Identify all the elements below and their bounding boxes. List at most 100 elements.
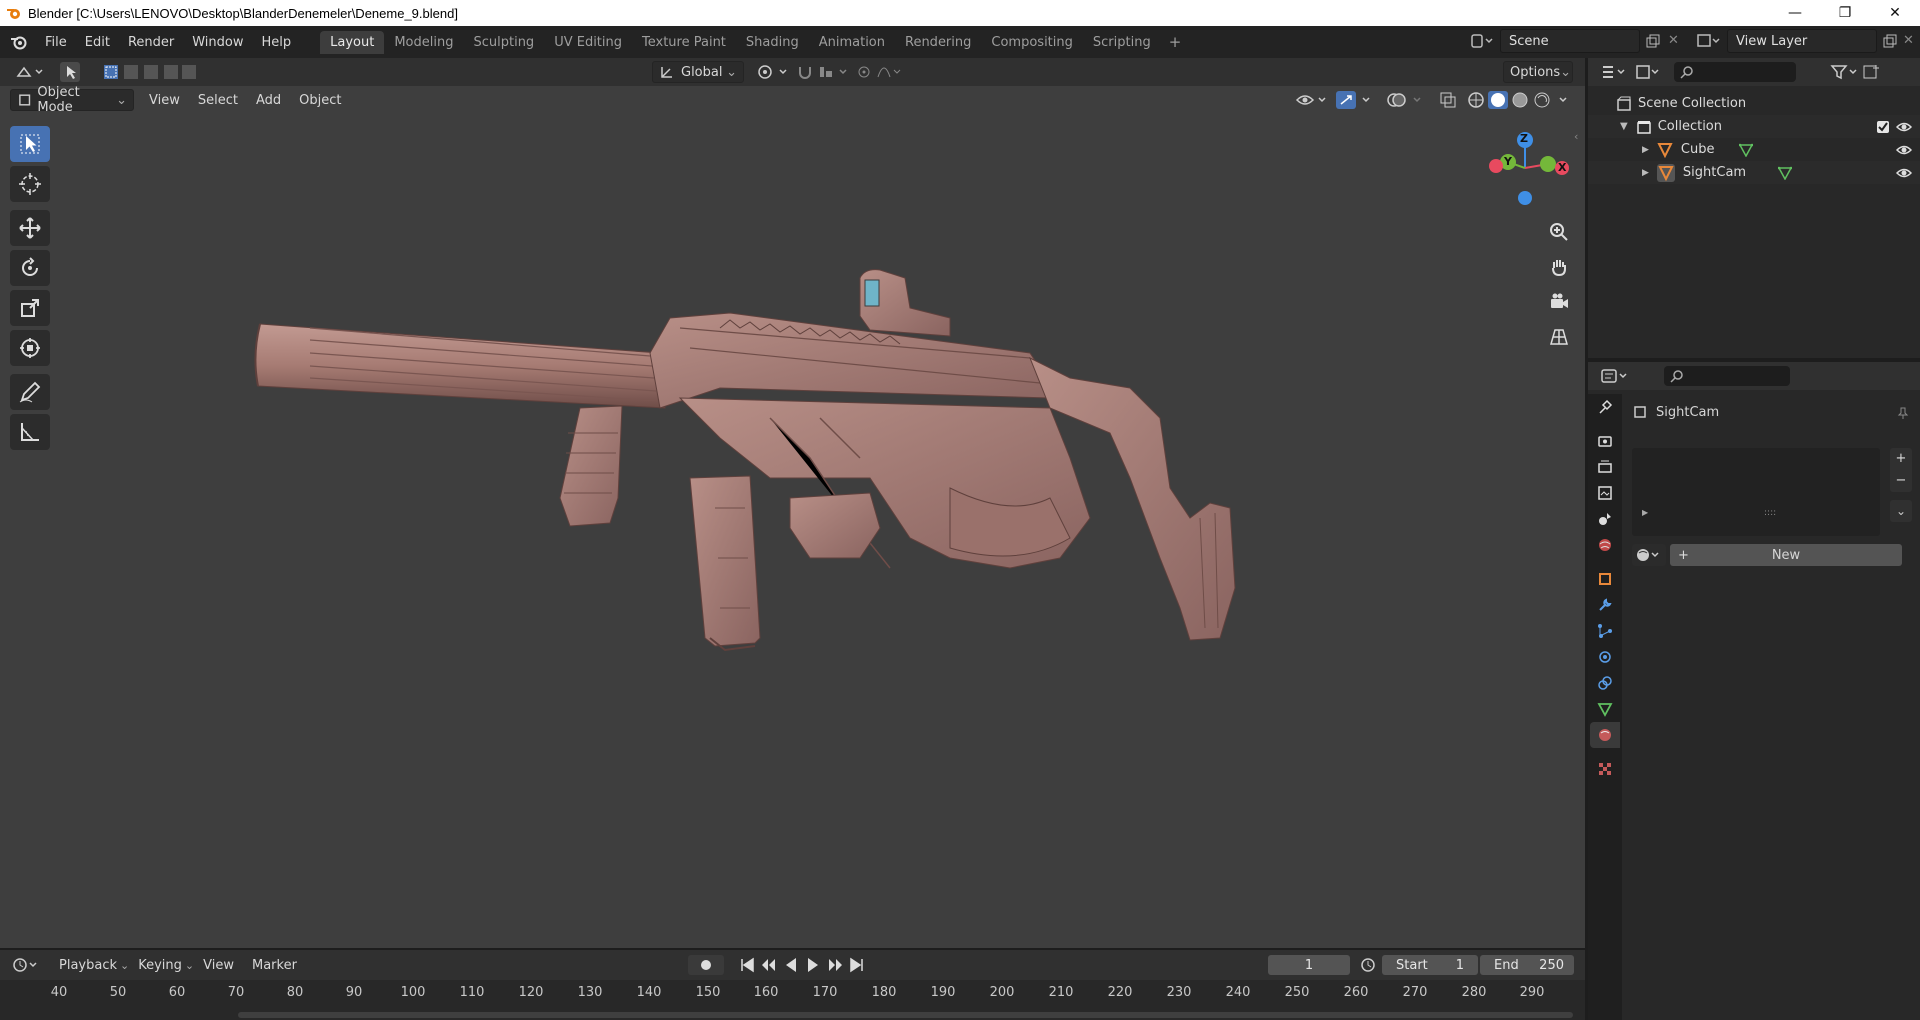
tab-constraints[interactable] — [1590, 670, 1620, 696]
tab-tool[interactable] — [1590, 394, 1620, 420]
new-collection-icon[interactable] — [1862, 63, 1882, 81]
exclude-checkbox[interactable] — [1876, 120, 1890, 134]
editor-type-icon[interactable] — [10, 61, 52, 83]
tab-sculpting[interactable]: Sculpting — [463, 31, 544, 54]
menu-render[interactable]: Render — [119, 35, 183, 50]
visibility-icon[interactable] — [1295, 90, 1331, 110]
menu-help[interactable]: Help — [253, 35, 301, 50]
zoom-button[interactable] — [1545, 218, 1573, 246]
camera-view-button[interactable] — [1545, 288, 1573, 316]
timeline-menu-keying[interactable]: Keying — [129, 958, 191, 973]
move-tool[interactable] — [10, 210, 50, 246]
tab-animation[interactable]: Animation — [809, 31, 895, 54]
scene-name-field[interactable]: Scene — [1500, 29, 1640, 53]
maximize-button[interactable]: ❐ — [1820, 0, 1870, 26]
outliner-collection[interactable]: ▼ Collection — [1588, 115, 1920, 138]
select-mode-icons[interactable] — [96, 61, 204, 83]
timeline-editor-icon[interactable] — [12, 956, 42, 974]
xray-icon[interactable] — [1438, 90, 1458, 110]
tab-material[interactable] — [1590, 722, 1620, 748]
outliner-item-cube[interactable]: ▶ Cube — [1588, 138, 1920, 161]
tab-compositing[interactable]: Compositing — [981, 31, 1083, 54]
start-frame-field[interactable]: Start 1 — [1382, 955, 1478, 975]
material-slot-list[interactable]: ▶ :::: — [1632, 448, 1880, 536]
delete-view-layer-icon[interactable]: ✕ — [1903, 33, 1914, 48]
cursor-tool[interactable] — [10, 166, 50, 202]
viewport-menu-add[interactable]: Add — [247, 93, 290, 108]
play-reverse-icon[interactable] — [782, 955, 800, 975]
expand-right-icon[interactable]: ▶ — [1642, 508, 1648, 517]
tab-view-layer[interactable] — [1590, 480, 1620, 506]
new-view-layer-icon[interactable] — [1882, 34, 1898, 50]
minimize-button[interactable]: — — [1770, 0, 1820, 26]
rotate-tool[interactable] — [10, 250, 50, 286]
tab-modeling[interactable]: Modeling — [384, 31, 463, 54]
view-layer-selector-icon[interactable] — [1695, 29, 1723, 53]
viewport-menu-view[interactable]: View — [140, 93, 189, 108]
sidebar-toggle-icon[interactable]: ‹ — [1574, 130, 1578, 143]
transform-tool[interactable] — [10, 330, 50, 366]
perspective-toggle-button[interactable] — [1545, 323, 1573, 351]
measure-tool[interactable] — [10, 414, 50, 450]
auto-keying-button[interactable] — [688, 955, 724, 975]
timeline-scrollbar[interactable] — [238, 1012, 1573, 1018]
shading-mode-icons[interactable] — [1466, 90, 1576, 110]
preview-range-icon[interactable] — [1360, 957, 1376, 973]
tab-shading[interactable]: Shading — [736, 31, 809, 54]
viewport-menu-select[interactable]: Select — [189, 93, 247, 108]
list-resize-handle[interactable]: :::: — [1764, 508, 1776, 518]
mesh-data-icon[interactable] — [1738, 143, 1753, 157]
view-layer-field[interactable]: View Layer — [1727, 29, 1877, 53]
delete-scene-icon[interactable]: ✕ — [1668, 33, 1679, 48]
new-material-button[interactable]: + New — [1670, 544, 1902, 566]
tab-physics[interactable] — [1590, 644, 1620, 670]
remove-slot-button[interactable]: − — [1890, 470, 1912, 492]
menu-window[interactable]: Window — [183, 35, 252, 50]
menu-edit[interactable]: Edit — [76, 35, 119, 50]
pan-button[interactable] — [1545, 253, 1573, 281]
expand-right-icon[interactable]: ▶ — [1642, 145, 1649, 155]
outliner-item-sightcam[interactable]: ▶ SightCam — [1588, 161, 1920, 184]
overlays-icon[interactable] — [1386, 90, 1430, 110]
add-workspace-button[interactable]: + — [1161, 33, 1190, 51]
tab-rendering[interactable]: Rendering — [895, 31, 981, 54]
tab-texture[interactable] — [1590, 756, 1620, 782]
eye-icon[interactable] — [1896, 143, 1912, 157]
properties-search-input[interactable] — [1664, 366, 1790, 386]
tab-render[interactable] — [1590, 428, 1620, 454]
tab-object[interactable] — [1590, 566, 1620, 592]
tab-layout[interactable]: Layout — [320, 30, 385, 54]
eye-icon[interactable] — [1896, 166, 1912, 180]
navigation-gizmo[interactable]: Z Y X — [1480, 126, 1570, 206]
scene-selector-icon[interactable] — [1468, 29, 1496, 53]
timeline-menu-view[interactable]: View — [194, 958, 243, 973]
expand-down-icon[interactable]: ▼ — [1620, 121, 1628, 132]
add-slot-button[interactable]: + — [1890, 448, 1912, 470]
play-icon[interactable] — [804, 955, 822, 975]
end-frame-field[interactable]: End 250 — [1480, 955, 1574, 975]
outliner-search-input[interactable] — [1674, 62, 1796, 82]
jump-end-icon[interactable] — [848, 955, 866, 975]
timeline-menu-playback[interactable]: Playback — [50, 958, 126, 973]
gizmo-toggle-icon[interactable] — [1335, 90, 1379, 110]
scale-tool[interactable] — [10, 290, 50, 326]
display-mode-icon[interactable] — [1634, 63, 1664, 81]
tab-texture-paint[interactable]: Texture Paint — [632, 31, 736, 54]
properties-editor-icon[interactable] — [1600, 367, 1630, 385]
3d-viewport[interactable]: Global ⌄ Options ⌄ Object Mode ⌄ View Se… — [0, 58, 1585, 948]
outliner-editor-icon[interactable] — [1600, 63, 1630, 81]
tab-modifiers[interactable] — [1590, 592, 1620, 618]
pin-icon[interactable] — [1896, 406, 1910, 420]
tab-particles[interactable] — [1590, 618, 1620, 644]
tab-output[interactable] — [1590, 454, 1620, 480]
close-button[interactable]: ✕ — [1870, 0, 1920, 26]
tab-world[interactable] — [1590, 532, 1620, 558]
3d-model-weapon[interactable] — [250, 258, 1240, 798]
outliner-scene-collection[interactable]: Scene Collection — [1588, 92, 1920, 115]
eye-icon[interactable] — [1896, 120, 1912, 134]
expand-right-icon[interactable]: ▶ — [1642, 168, 1649, 178]
tab-scripting[interactable]: Scripting — [1083, 31, 1161, 54]
new-scene-icon[interactable] — [1645, 34, 1661, 50]
options-dropdown[interactable]: Options ⌄ — [1503, 61, 1573, 83]
tab-data[interactable] — [1590, 696, 1620, 722]
